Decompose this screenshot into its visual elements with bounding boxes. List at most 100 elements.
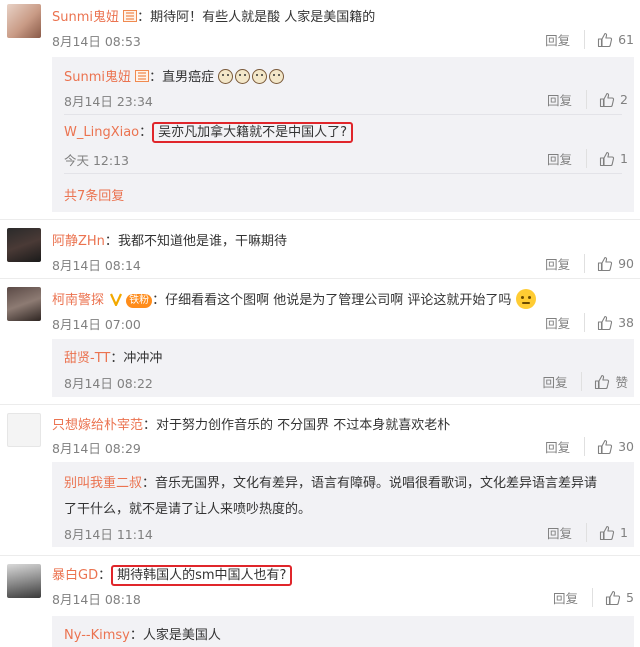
avatar[interactable] [7,287,41,321]
like-button[interactable]: 1 [599,151,628,167]
divider [0,278,640,279]
vip-badge-icon [123,10,138,22]
reply-line: W_LingXiao： 吴亦凡加拿大籍就不是中国人了? [64,121,354,143]
verified-v-icon [110,293,123,306]
reply-actions: 回复 1 [547,523,628,542]
like-button[interactable]: 赞 [594,372,628,391]
divider [0,404,640,405]
username-link[interactable]: Ny--Kimsy [64,628,130,643]
comment-text: 对于努力创作音乐的 不分国界 不过本身就喜欢老朴 [156,418,451,433]
reply-button[interactable]: 回复 [547,523,588,542]
highlighted-comment-text: 期待韩国人的sm中国人也有? [111,565,293,586]
reply-line: 甜贤-TT：冲冲冲 [64,351,163,366]
divider [64,173,622,174]
reply-line: Ny--Kimsy：人家是美国人 [64,628,221,643]
thumbs-up-icon [599,151,615,167]
comment-actions: 回复 5 [553,588,634,607]
comment-text: 我都不知道他是谁，干嘛期待 [117,234,287,249]
thumbs-up-icon [597,32,613,48]
comment-line: 暴白GD： 期待韩国人的sm中国人也有? [52,564,630,586]
like-count: 1 [620,151,628,166]
reply-date: 8月14日 23:34 [64,94,153,109]
thumbs-up-icon [599,525,615,541]
divider [0,219,640,220]
reply-date: 8月14日 08:22 [64,376,153,391]
thinking-emoji-icon [515,289,536,309]
reply-button[interactable]: 回复 [545,30,586,49]
like-button[interactable]: 1 [599,525,628,541]
username-link[interactable]: 柯南警探 [52,293,104,308]
reply-text: 冲冲冲 [123,351,163,366]
avatar[interactable] [7,228,41,262]
comment-actions: 回复 61 [545,30,634,49]
emoji-face-icon [218,69,234,84]
comment-actions: 回复 38 [545,313,634,332]
reply-actions: 回复 赞 [542,372,628,391]
reply-button[interactable]: 回复 [553,588,594,607]
like-count: 61 [618,32,634,47]
username-link[interactable]: Sunmi鬼妞 [64,70,131,85]
reply-box: 甜贤-TT：冲冲冲 8月14日 08:22 回复 赞 [52,339,634,397]
reply-button[interactable]: 回复 [547,90,588,109]
reply-button[interactable]: 回复 [547,149,588,168]
avatar[interactable] [7,564,41,598]
reply-text-line1: 音乐无国界，文化有差异，语言有障碍。说唱很看歌词，文化差异语言差异请 [155,476,598,491]
comment-line: 柯南警探 铁粉 ：仔细看看这个图啊 他说是为了管理公司啊 评论这就开始了吗 [52,289,630,309]
comment-text: 仔细看看这个图啊 他说是为了管理公司啊 评论这就开始了吗 [165,293,512,308]
comment-actions: 回复 90 [545,254,634,273]
fan-badge: 铁粉 [126,294,153,308]
like-button[interactable]: 30 [597,439,634,455]
like-count: 赞 [615,375,628,390]
username-link[interactable]: 甜贤-TT [64,351,110,366]
like-count: 2 [620,92,628,107]
thumbs-up-icon [599,92,615,108]
reply-actions: 回复 2 [547,90,628,109]
like-button[interactable]: 61 [597,32,634,48]
username-link[interactable]: W_LingXiao [64,125,139,140]
comment-date: 8月14日 08:14 [52,258,141,273]
emoji-face-icon [269,69,285,84]
avatar[interactable] [7,4,41,38]
username-link[interactable]: 暴白GD [52,568,98,583]
reply-button[interactable]: 回复 [542,372,583,391]
reply-button[interactable]: 回复 [545,437,586,456]
username-link[interactable]: Sunmi鬼妞 [52,10,119,25]
comment-line: 阿静ZHn：我都不知道他是谁，干嘛期待 [52,234,287,249]
comment-date: 8月14日 07:00 [52,317,141,332]
divider [64,114,622,115]
reply-button[interactable]: 回复 [545,254,586,273]
comment-line: Sunmi鬼妞 ：期待阿！有些人就是酸 人家是美国籍的 [52,10,376,25]
vip-badge-icon [135,70,150,82]
highlighted-reply-text: 吴亦凡加拿大籍就不是中国人了? [152,122,354,143]
comment-date: 8月14日 08:53 [52,34,141,49]
avatar[interactable] [7,413,41,447]
emoji-face-icon [252,69,268,84]
divider [0,555,640,556]
reply-text: 直男癌症 [162,70,215,85]
reply-text-line2: 了干什么，就不是请了让人来喷吵热度的。 [64,502,312,517]
more-replies-link[interactable]: 共7条回复 [64,185,124,204]
username-link[interactable]: 阿静ZHn [52,234,105,249]
thumbs-up-icon [605,590,621,606]
like-button[interactable]: 38 [597,315,634,331]
thumbs-up-icon [597,315,613,331]
like-button[interactable]: 5 [605,590,634,606]
like-button[interactable]: 90 [597,256,634,272]
like-count: 30 [618,439,634,454]
like-count: 1 [620,525,628,540]
username-link[interactable]: 别叫我重二叔 [64,476,142,491]
like-count: 38 [618,315,634,330]
comment-text: 期待阿！有些人就是酸 人家是美国籍的 [150,10,376,25]
like-count: 90 [618,256,634,271]
reply-box: Ny--Kimsy：人家是美国人 [52,616,634,647]
comment-actions: 回复 30 [545,437,634,456]
reply-line: 别叫我重二叔：音乐无国界，文化有差异，语言有障碍。说唱很看歌词，文化差异语言差异… [64,476,598,491]
username-link[interactable]: 只想嫁给朴宰范 [52,418,143,433]
reply-actions: 回复 1 [547,149,628,168]
like-button[interactable]: 2 [599,92,628,108]
reply-box: Sunmi鬼妞 ：直男癌症 8月14日 23:34 回复 2 W_LingXia… [52,57,634,212]
reply-date: 今天 12:13 [64,153,129,168]
reply-button[interactable]: 回复 [545,313,586,332]
comment-line: 只想嫁给朴宰范：对于努力创作音乐的 不分国界 不过本身就喜欢老朴 [52,418,451,433]
thumbs-up-icon [594,374,610,390]
